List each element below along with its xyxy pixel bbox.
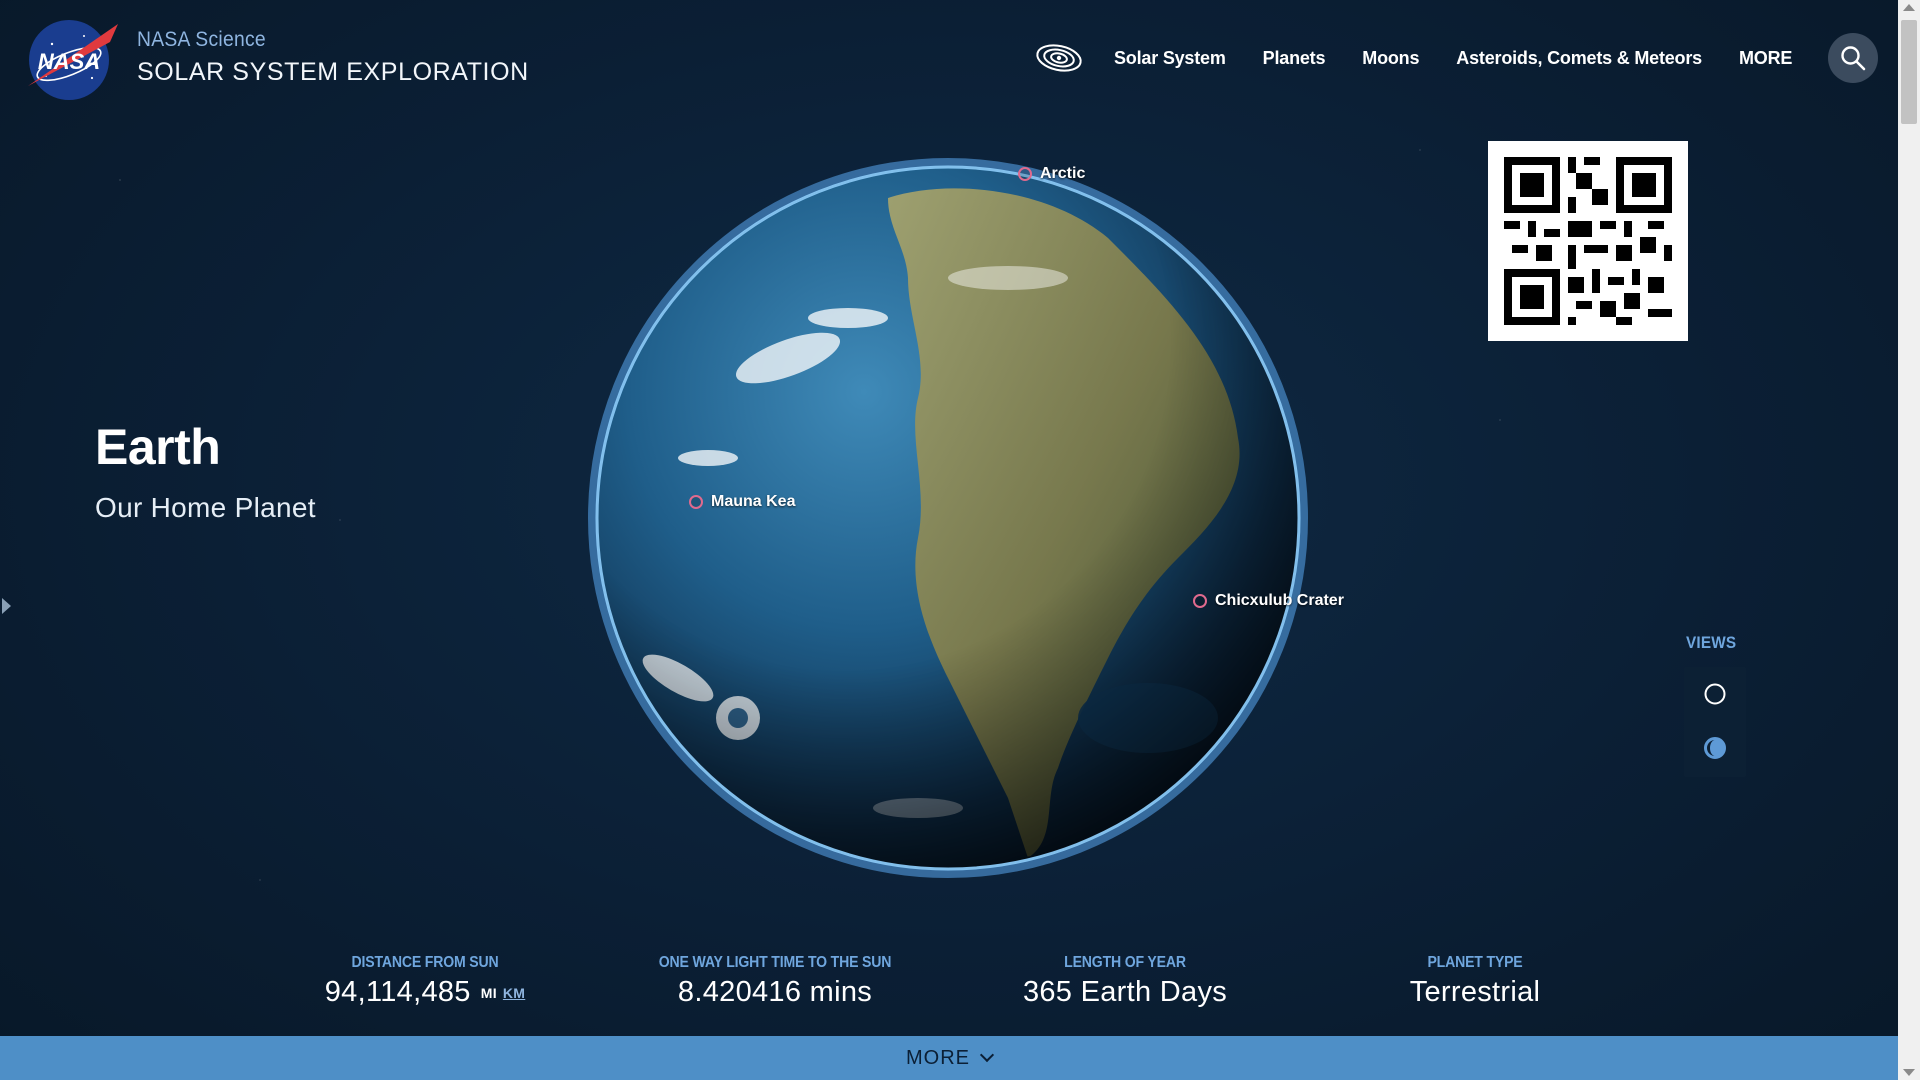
marker-ring-icon (689, 495, 703, 509)
brand-main: SOLAR SYSTEM EXPLORATION (137, 58, 529, 86)
marker-ring-icon (1018, 167, 1032, 181)
planet-subtitle: Our Home Planet (95, 492, 316, 523)
stat-light-time: ONE WAY LIGHT TIME TO THE SUN 8.420416 m… (615, 954, 935, 1009)
marker-label: Chicxulub Crater (1215, 592, 1344, 609)
distance-value: 94,114,485 (324, 976, 471, 1008)
phase-view-icon[interactable] (1700, 733, 1730, 763)
stat-length-of-year: LENGTH OF YEAR 365 Earth Days (980, 954, 1270, 1009)
stat-value: 94,114,485 MI KM (300, 976, 550, 1009)
brand-top: NASA Science (137, 28, 266, 51)
marker-chicxulub-crater[interactable]: Chicxulub Crater (1193, 592, 1344, 610)
chevron-down-icon (979, 1047, 995, 1063)
svg-text:NASA: NASA (38, 49, 100, 74)
stat-label: DISTANCE FROM SUN (351, 954, 499, 971)
earth-globe[interactable] (588, 158, 1308, 878)
scroll-up-arrow[interactable] (1903, 4, 1915, 11)
nav-moons[interactable]: Moons (1362, 48, 1419, 69)
unit-mi-toggle[interactable]: MI (481, 985, 497, 1001)
nav-planets[interactable]: Planets (1263, 48, 1326, 69)
marker-label: Arctic (1040, 165, 1086, 182)
stat-value: 365 Earth Days (1022, 976, 1228, 1008)
page-scrollbar[interactable] (1898, 0, 1920, 1080)
nav-asteroids[interactable]: Asteroids, Comets & Meteors (1456, 48, 1702, 69)
circle-view-icon[interactable] (1700, 679, 1730, 709)
unit-km-toggle[interactable]: KM (503, 985, 525, 1001)
stat-distance: DISTANCE FROM SUN 94,114,485 MI KM (300, 954, 550, 1009)
stat-label: LENGTH OF YEAR (1064, 954, 1186, 971)
site-header: NASA NASA Science SOLAR SYSTEM EXPLORATI… (0, 0, 1898, 115)
stat-value: Terrestrial (1409, 976, 1541, 1008)
marker-label: Mauna Kea (711, 493, 796, 510)
marker-arctic[interactable]: Arctic (1018, 165, 1085, 183)
orbit-icon[interactable] (1034, 41, 1084, 75)
qr-code (1488, 141, 1688, 341)
nav-more[interactable]: MORE (1739, 48, 1792, 69)
scroll-thumb[interactable] (1901, 20, 1917, 124)
stat-label: PLANET TYPE (1427, 954, 1523, 971)
marker-mauna-kea[interactable]: Mauna Kea (689, 493, 795, 511)
stat-label: ONE WAY LIGHT TIME TO THE SUN (658, 954, 892, 971)
nasa-logo[interactable]: NASA (22, 16, 120, 102)
scroll-down-arrow[interactable] (1903, 1069, 1915, 1076)
views-panel (1684, 667, 1746, 777)
stat-value: 8.420416 mins (677, 976, 873, 1008)
stat-planet-type: PLANET TYPE Terrestrial (1350, 954, 1600, 1009)
side-panel-toggle-icon[interactable] (2, 598, 11, 614)
marker-ring-icon (1193, 594, 1207, 608)
more-button[interactable]: MORE (0, 1036, 1898, 1080)
brand[interactable]: NASA Science SOLAR SYSTEM EXPLORATION (137, 28, 529, 87)
search-icon (1841, 46, 1866, 71)
search-button[interactable] (1828, 33, 1878, 83)
more-label: MORE (906, 1046, 970, 1069)
nav-solar-system[interactable]: Solar System (1114, 48, 1226, 69)
views-label: VIEWS (1686, 633, 1737, 652)
main-nav: Solar System Planets Moons Asteroids, Co… (1034, 40, 1826, 76)
planet-title: Earth (95, 419, 221, 475)
